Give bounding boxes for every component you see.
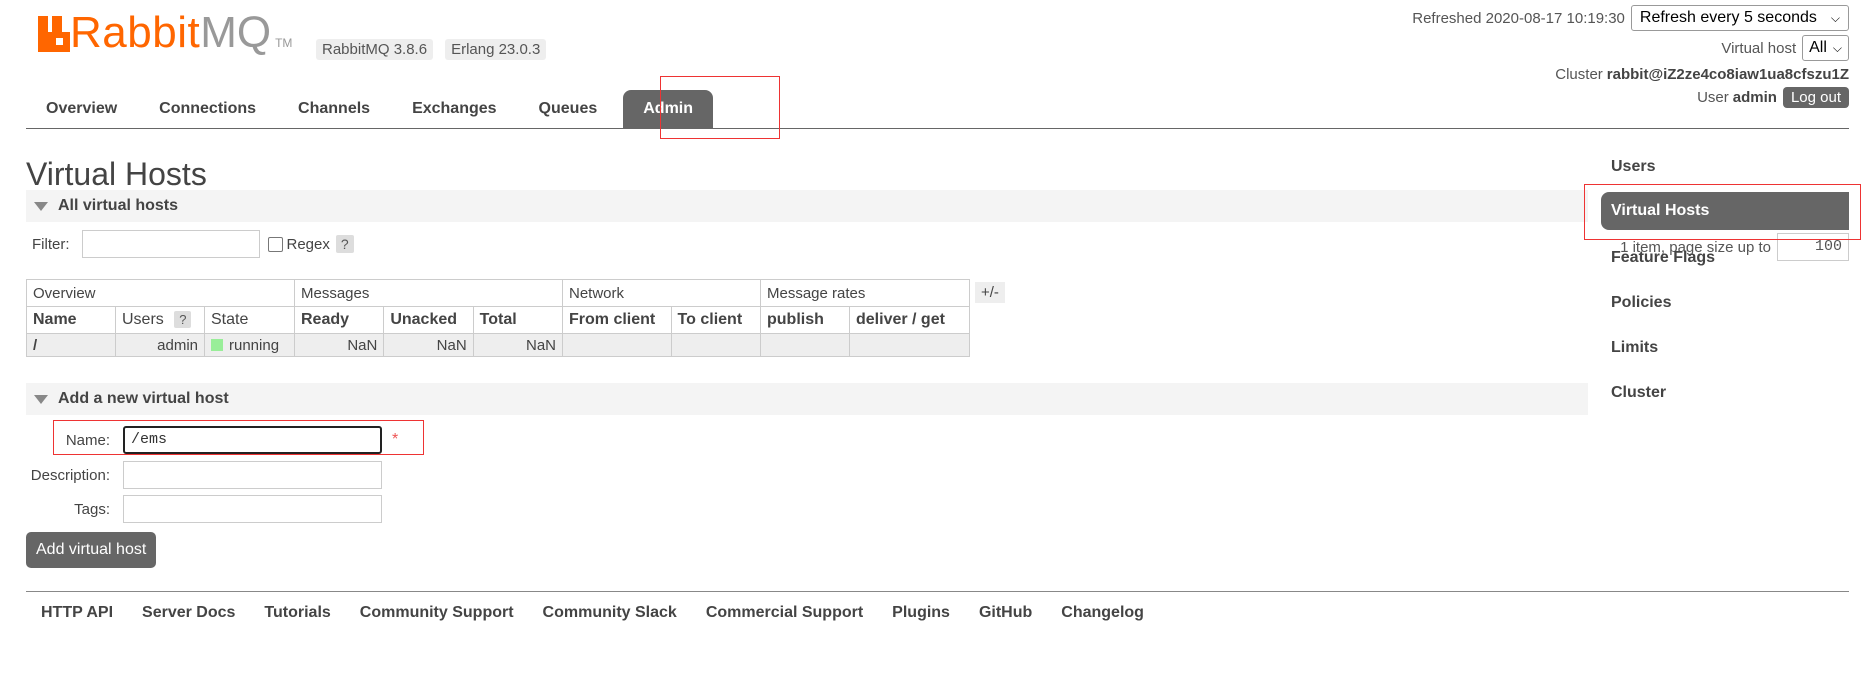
col-users[interactable]: Users ? — [115, 306, 205, 334]
group-header-network: Network — [562, 279, 761, 307]
tab-queues[interactable]: Queues — [519, 100, 620, 128]
version-info: RabbitMQ 3.8.6 Erlang 23.0.3 — [316, 39, 547, 60]
vhost-from-client — [562, 333, 672, 357]
refreshed-timestamp: Refreshed 2020-08-17 10:19:30 — [1412, 9, 1625, 27]
collapse-triangle-icon — [34, 394, 48, 404]
description-input[interactable] — [123, 461, 382, 489]
col-from-client[interactable]: From client — [562, 306, 672, 334]
col-unacked[interactable]: Unacked — [383, 306, 474, 334]
regex-label: Regex — [286, 235, 330, 253]
highlight-box-virtual-hosts — [1584, 184, 1861, 240]
vhost-to-client — [670, 333, 762, 357]
footer-link-commercial-support[interactable]: Commercial Support — [706, 604, 863, 622]
tab-channels[interactable]: Channels — [278, 100, 392, 128]
regex-help-button[interactable]: ? — [335, 235, 354, 253]
footer-link-http-api[interactable]: HTTP API — [41, 604, 113, 622]
footer-link-github[interactable]: GitHub — [979, 604, 1032, 622]
col-state[interactable]: State — [204, 306, 295, 334]
virtual-host-select-value: All — [1809, 39, 1827, 56]
col-to-client[interactable]: To client — [670, 306, 762, 334]
col-ready[interactable]: Ready — [293, 306, 385, 334]
footer-link-community-slack[interactable]: Community Slack — [543, 604, 677, 622]
footer-link-server-docs[interactable]: Server Docs — [142, 604, 235, 622]
vhost-unacked: NaN — [383, 333, 474, 357]
filter-row: Filter: Regex ? — [32, 230, 354, 258]
filter-label: Filter: — [32, 235, 70, 253]
collapse-triangle-icon — [34, 201, 48, 211]
cluster-label: Cluster — [1555, 65, 1603, 83]
vhost-total: NaN — [472, 333, 564, 357]
users-help-button[interactable]: ? — [174, 311, 192, 328]
column-toggle-button[interactable]: +/- — [975, 282, 1005, 303]
rabbit-logo-icon — [38, 16, 70, 52]
refresh-interval-select[interactable]: Refresh every 5 seconds ⌵ — [1630, 5, 1849, 31]
footer-link-tutorials[interactable]: Tutorials — [264, 604, 330, 622]
description-field-row: Description: — [0, 461, 382, 489]
col-publish[interactable]: publish — [760, 306, 850, 334]
regex-checkbox[interactable] — [267, 236, 283, 252]
vhost-ready: NaN — [293, 333, 385, 357]
running-status-icon — [211, 338, 223, 351]
tags-label: Tags: — [74, 500, 110, 518]
footer-link-community-support[interactable]: Community Support — [360, 604, 514, 622]
footer-links: HTTP API Server Docs Tutorials Community… — [26, 591, 1849, 622]
tab-overview[interactable]: Overview — [26, 100, 139, 128]
tab-connections[interactable]: Connections — [139, 100, 278, 128]
col-name[interactable]: Name — [26, 306, 116, 334]
erlang-version-badge: Erlang 23.0.3 — [445, 39, 547, 60]
sidebar-item-policies[interactable]: Policies — [1611, 294, 1671, 312]
logo-text-mq: MQ — [200, 8, 272, 57]
sidebar-item-users[interactable]: Users — [1611, 158, 1655, 176]
col-deliver-get[interactable]: deliver / get — [849, 306, 970, 334]
description-label: Description: — [30, 466, 110, 484]
vhost-publish — [760, 333, 850, 357]
filter-input[interactable] — [81, 230, 260, 258]
cluster-name: rabbit@iZ2ze4co8iaw1ua8cfszu1Z — [1606, 65, 1849, 83]
tab-exchanges[interactable]: Exchanges — [392, 100, 518, 128]
vhost-users: admin — [115, 333, 205, 357]
refresh-select-value: Refresh every 5 seconds — [1639, 9, 1817, 26]
footer-link-plugins[interactable]: Plugins — [892, 604, 950, 622]
col-total[interactable]: Total — [472, 306, 564, 334]
vhost-state-text: running — [229, 336, 280, 354]
page-title: Virtual Hosts — [26, 156, 207, 192]
footer-link-changelog[interactable]: Changelog — [1061, 604, 1144, 622]
group-header-overview: Overview — [26, 279, 295, 307]
group-header-message-rates: Message rates — [760, 279, 970, 307]
group-header-messages: Messages — [294, 279, 563, 307]
all-virtual-hosts-heading: All virtual hosts — [58, 197, 179, 214]
tags-field-row: Tags: — [0, 495, 382, 523]
all-virtual-hosts-toggle[interactable]: All virtual hosts — [26, 190, 1588, 222]
virtual-host-label: Virtual host — [1721, 39, 1797, 57]
table-row[interactable]: / admin running NaN NaN NaN — [26, 333, 970, 357]
rabbitmq-logo[interactable]: Rabbit MQ TM — [38, 8, 293, 57]
highlight-box-admin — [660, 76, 780, 139]
main-nav: Overview Connections Channels Exchanges … — [26, 88, 1849, 129]
virtual-hosts-table: Overview Messages Network Message rates … — [26, 279, 970, 357]
virtual-host-select[interactable]: All ⌵ — [1802, 35, 1849, 61]
logo-text-rabbit: Rabbit — [70, 8, 201, 57]
tags-input[interactable] — [123, 495, 382, 523]
vhost-name-link[interactable]: / — [26, 333, 116, 357]
col-users-label: Users — [122, 311, 164, 328]
add-virtual-host-heading: Add a new virtual host — [58, 390, 229, 407]
add-virtual-host-toggle[interactable]: Add a new virtual host — [26, 383, 1588, 415]
chevron-down-icon: ⌵ — [1832, 40, 1842, 55]
vhost-deliver-get — [849, 333, 970, 357]
sidebar-item-cluster[interactable]: Cluster — [1611, 384, 1666, 402]
rabbitmq-version-badge: RabbitMQ 3.8.6 — [316, 39, 434, 60]
chevron-down-icon: ⌵ — [1830, 10, 1840, 25]
sidebar-item-limits[interactable]: Limits — [1611, 339, 1658, 357]
vhost-state: running — [204, 333, 295, 357]
add-virtual-host-button[interactable]: Add virtual host — [26, 532, 157, 568]
highlight-box-name — [53, 420, 424, 455]
sidebar-item-feature-flags[interactable]: Feature Flags — [1611, 249, 1715, 267]
logo-trademark: TM — [275, 36, 293, 50]
